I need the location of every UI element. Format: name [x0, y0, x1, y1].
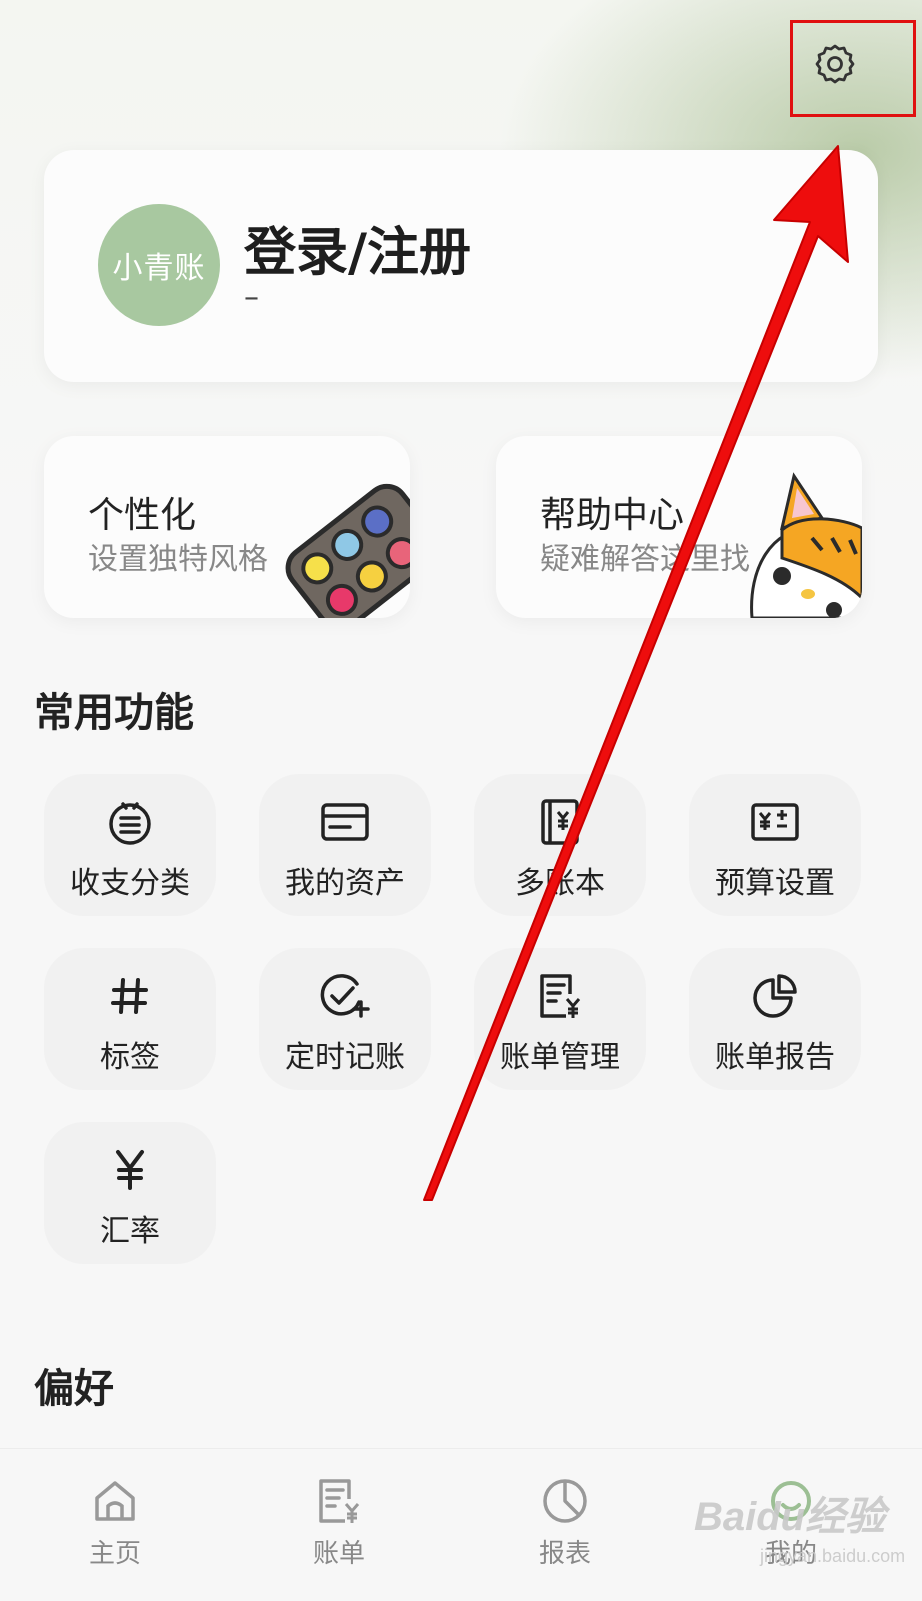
tile-bill-report[interactable]: 账单报告 [689, 948, 861, 1090]
tile-label: 汇率 [100, 1214, 160, 1249]
nav-label: 报表 [538, 1539, 591, 1569]
login-register-title[interactable]: 登录/注册 [244, 210, 471, 285]
tile-label: 定时记账 [285, 1040, 405, 1075]
bill-icon [319, 1479, 360, 1523]
help-center-card[interactable]: 帮助中心 疑难解答这里找 [496, 436, 862, 618]
home-icon [95, 1481, 135, 1521]
nav-label: 账单 [312, 1539, 365, 1569]
avatar-logo-text: 小青账 [112, 251, 206, 286]
tile-label: 账单报告 [715, 1040, 835, 1075]
tile-category[interactable]: 收支分类 [44, 774, 216, 916]
common-functions-title: 常用功能 [34, 690, 194, 736]
personalize-title: 个性化 [88, 495, 197, 536]
help-center-title: 帮助中心 [540, 495, 685, 536]
tile-scheduled-entry[interactable]: 定时记账 [259, 948, 431, 1090]
preferences-title: 偏好 [34, 1366, 114, 1412]
personalize-card[interactable]: 个性化 设置独特风格 [44, 436, 410, 618]
settings-button[interactable] [811, 40, 859, 88]
tile-label: 多账本 [515, 866, 605, 901]
report-icon [543, 1479, 587, 1523]
nav-home[interactable]: 主页 [0, 1449, 230, 1601]
tile-label: 我的资产 [285, 866, 405, 901]
yen-icon [116, 1150, 144, 1190]
tile-label: 预算设置 [715, 866, 835, 901]
tile-multi-ledger[interactable]: 多账本 [474, 774, 646, 916]
palette-illustration [285, 483, 410, 618]
tile-my-assets[interactable]: 我的资产 [259, 774, 431, 916]
gear-icon [815, 44, 855, 84]
tile-exchange-rate[interactable]: 汇率 [44, 1122, 216, 1264]
tile-tags[interactable]: 标签 [44, 948, 216, 1090]
baidu-watermark: Baidu经验 jingyan.baidu.com [690, 1460, 910, 1580]
watermark-brand: Baidu经验 [694, 1495, 886, 1539]
avatar[interactable]: 小青账 [98, 204, 220, 326]
tile-bill-management[interactable]: 账单管理 [474, 948, 646, 1090]
nav-label: 主页 [88, 1539, 141, 1569]
tile-budget[interactable]: 预算设置 [689, 774, 861, 916]
category-icon [109, 802, 151, 845]
scheduled-check-icon [320, 974, 370, 1018]
profile-subtitle: – [244, 280, 259, 315]
tile-label: 收支分类 [70, 866, 190, 901]
profile-card[interactable]: 小青账 登录/注册 – [44, 150, 878, 382]
budget-icon [751, 803, 799, 841]
pie-chart-icon [753, 974, 797, 1018]
cat-illustration [750, 472, 862, 618]
ledger-icon [541, 799, 579, 845]
watermark-url: jingyan.baidu.com [760, 1546, 906, 1566]
nav-bills[interactable]: 账单 [224, 1449, 454, 1601]
help-center-subtitle: 疑难解答这里找 [540, 542, 750, 577]
personalize-subtitle: 设置独特风格 [88, 542, 268, 577]
hashtag-icon [111, 978, 148, 1014]
nav-reports[interactable]: 报表 [450, 1449, 680, 1601]
bill-manage-icon [540, 974, 581, 1018]
card-icon [321, 803, 369, 841]
tile-label: 标签 [100, 1040, 160, 1075]
tile-label: 账单管理 [500, 1040, 620, 1075]
